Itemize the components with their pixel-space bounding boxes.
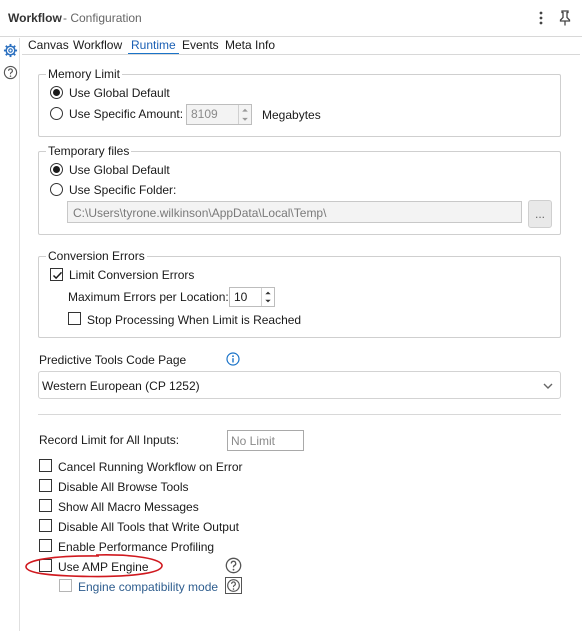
stop-processing-checkbox[interactable] [68, 312, 81, 325]
disable-browse-tools-label: Disable All Browse Tools [58, 480, 189, 494]
temp-specific-folder-radio[interactable] [50, 183, 63, 196]
temp-folder-path-value: C:\Users\tyrone.wilkinson\AppData\Local\… [73, 206, 327, 220]
more-options-icon[interactable] [536, 9, 546, 27]
help-icon[interactable] [225, 557, 242, 574]
code-page-label: Predictive Tools Code Page [39, 353, 187, 367]
record-limit-label: Record Limit for All Inputs: [39, 433, 180, 447]
conversion-errors-legend: Conversion Errors [46, 249, 147, 263]
stop-processing-label: Stop Processing When Limit is Reached [87, 313, 302, 327]
memory-amount-value: 8109 [191, 107, 218, 121]
performance-profiling-checkbox[interactable] [39, 539, 52, 552]
memory-amount-stepper[interactable]: 8109 [186, 104, 252, 125]
engine-compatibility-checkbox[interactable] [59, 579, 72, 592]
record-limit-input[interactable]: No Limit [227, 430, 304, 451]
show-macro-messages-checkbox[interactable] [39, 499, 52, 512]
stepper-up-icon[interactable] [239, 105, 251, 115]
help-icon [227, 579, 240, 592]
tab-divider [22, 54, 580, 55]
tab-meta-info[interactable]: Meta Info [225, 38, 275, 55]
stepper-up-icon[interactable] [262, 288, 274, 297]
temp-global-default-label: Use Global Default [69, 163, 170, 177]
memory-limit-group: Memory Limit [38, 67, 561, 137]
panel-title: Workflow [8, 11, 62, 25]
help-icon[interactable] [3, 65, 18, 80]
limit-conversion-errors-checkbox[interactable] [50, 268, 63, 281]
disable-write-output-label: Disable All Tools that Write Output [58, 520, 239, 534]
gear-icon[interactable] [3, 43, 18, 58]
code-page-dropdown[interactable]: Western European (CP 1252) [38, 371, 561, 399]
info-icon[interactable] [226, 352, 240, 366]
engine-compatibility-help-box[interactable] [225, 577, 242, 594]
memory-specific-amount-radio[interactable] [50, 107, 63, 120]
memory-amount-arrows [238, 105, 251, 124]
memory-global-default-radio[interactable] [50, 86, 63, 99]
code-page-value: Western European (CP 1252) [42, 379, 200, 393]
browse-folder-button[interactable]: ... [528, 200, 552, 228]
cancel-on-error-label: Cancel Running Workflow on Error [58, 460, 243, 474]
max-errors-stepper[interactable]: 10 [229, 287, 275, 307]
memory-global-default-label: Use Global Default [69, 86, 170, 100]
annotation-ellipse [25, 554, 163, 578]
memory-specific-amount-label: Use Specific Amount: [69, 107, 184, 121]
tab-workflow[interactable]: Workflow [73, 38, 122, 55]
stepper-down-icon[interactable] [262, 297, 274, 306]
disable-browse-tools-checkbox[interactable] [39, 479, 52, 492]
section-divider [38, 414, 561, 415]
panel-subtitle: - Configuration [63, 11, 142, 25]
stepper-down-icon[interactable] [239, 115, 251, 125]
max-errors-value: 10 [234, 290, 248, 304]
max-errors-arrows [261, 288, 274, 306]
limit-conversion-errors-label: Limit Conversion Errors [69, 268, 195, 282]
tab-events[interactable]: Events [182, 38, 219, 55]
record-limit-value: No Limit [231, 434, 276, 448]
checkmark-icon [52, 271, 63, 280]
performance-profiling-label: Enable Performance Profiling [58, 540, 215, 554]
panel-title-bar: Workflow - Configuration [0, 0, 582, 37]
max-errors-label: Maximum Errors per Location: [68, 290, 229, 304]
tab-canvas[interactable]: Canvas [28, 38, 69, 55]
temporary-files-legend: Temporary files [46, 144, 132, 158]
temp-global-default-radio[interactable] [50, 163, 63, 176]
temp-specific-folder-label: Use Specific Folder: [69, 183, 177, 197]
left-rail [0, 38, 20, 631]
show-macro-messages-label: Show All Macro Messages [58, 500, 199, 514]
memory-unit-label: Megabytes [262, 108, 321, 122]
tab-runtime[interactable]: Runtime [128, 38, 179, 55]
temp-folder-path-input[interactable]: C:\Users\tyrone.wilkinson\AppData\Local\… [67, 201, 522, 223]
chevron-down-icon [543, 383, 553, 389]
pin-icon[interactable] [558, 10, 572, 26]
cancel-on-error-checkbox[interactable] [39, 459, 52, 472]
engine-compatibility-label: Engine compatibility mode [78, 580, 219, 594]
memory-limit-legend: Memory Limit [46, 67, 123, 81]
disable-write-output-checkbox[interactable] [39, 519, 52, 532]
